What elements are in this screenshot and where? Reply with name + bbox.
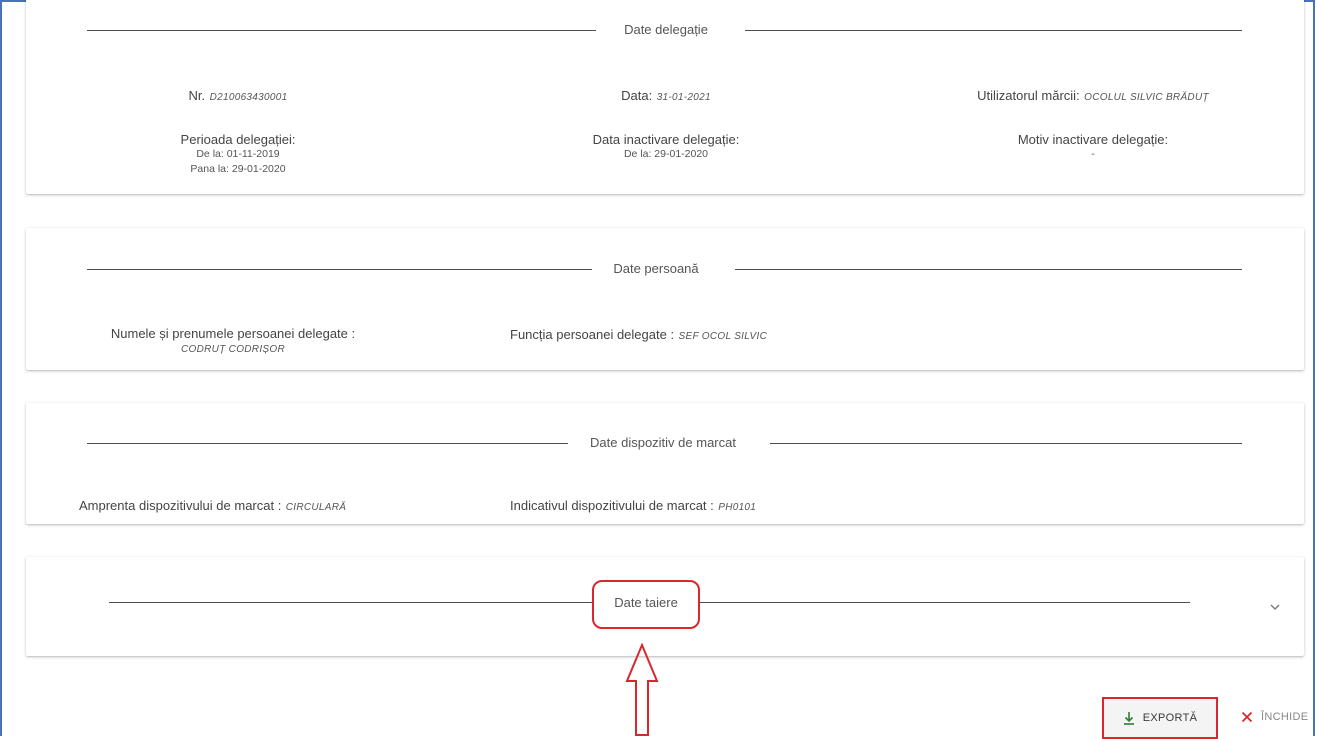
delegation-section-title: Date delegație [624, 22, 708, 37]
export-button[interactable]: EXPORTĂ [1102, 697, 1218, 739]
divider-right [699, 602, 1190, 603]
annotation-arrow-icon [625, 643, 659, 736]
reason-value: - [1091, 148, 1095, 160]
device-section-title: Date dispozitiv de marcat [590, 435, 736, 450]
delegation-nr-value: D210063430001 [209, 92, 288, 103]
device-imprint: Amprenta dispozitivului de marcat : CIRC… [79, 498, 347, 513]
person-function: Funcția persoanei delegate : SEF OCOL SI… [510, 327, 768, 342]
close-label: ÎNCHIDE [1261, 711, 1309, 723]
period-to: Pana la: 29-01-2020 [190, 163, 286, 175]
cutting-card[interactable]: Date taiere [26, 557, 1304, 656]
divider-left [109, 602, 592, 603]
delegation-date: Data: 31-01-2021 [621, 88, 711, 103]
person-function-value: SEF OCOL SILVIC [678, 331, 768, 342]
close-icon [1241, 711, 1253, 723]
divider-right [735, 269, 1242, 270]
person-name-value: CODRUȚ CODRIȘOR [181, 344, 285, 355]
divider-right [745, 30, 1242, 31]
device-card: Date dispozitiv de marcat Amprenta dispo… [26, 403, 1304, 524]
delegation-card: Date delegație Nr. D210063430001 Data: 3… [26, 0, 1304, 194]
device-imprint-value: CIRCULARĂ [285, 502, 347, 513]
period-from: De la: 01-11-2019 [196, 148, 280, 160]
delegation-reason: Motiv inactivare delegație: - [1017, 132, 1169, 160]
divider-left [87, 269, 592, 270]
device-indicator: Indicativul dispozitivului de marcat : P… [510, 498, 757, 513]
annotation-highlight-box [592, 580, 700, 629]
device-indicator-value: PH0101 [718, 502, 757, 513]
divider-right [770, 443, 1242, 444]
delegation-nr: Nr. D210063430001 [188, 88, 288, 103]
delegation-inactive: Data inactivare delegație: De la: 29-01-… [592, 132, 740, 160]
export-label: EXPORTĂ [1142, 712, 1198, 724]
chevron-down-icon[interactable] [1268, 600, 1282, 614]
inactive-from: De la: 29-01-2020 [623, 148, 709, 160]
delegation-period: Perioada delegației: De la: 01-11-2019 P… [180, 132, 296, 175]
download-icon [1123, 712, 1134, 725]
delegation-user: Utilizatorul mărcii: OCOLUL SILVIC BRĂDU… [977, 88, 1209, 103]
close-button[interactable]: ÎNCHIDE [1241, 711, 1308, 723]
divider-left [87, 30, 596, 31]
person-section-title: Date persoană [613, 261, 699, 276]
delegation-date-value: 31-01-2021 [656, 92, 711, 103]
person-card: Date persoană Numele și prenumele persoa… [26, 228, 1304, 370]
delegation-user-value: OCOLUL SILVIC BRĂDUȚ [1084, 92, 1209, 103]
person-name: Numele și prenumele persoanei delegate :… [110, 326, 356, 355]
divider-left [87, 443, 568, 444]
